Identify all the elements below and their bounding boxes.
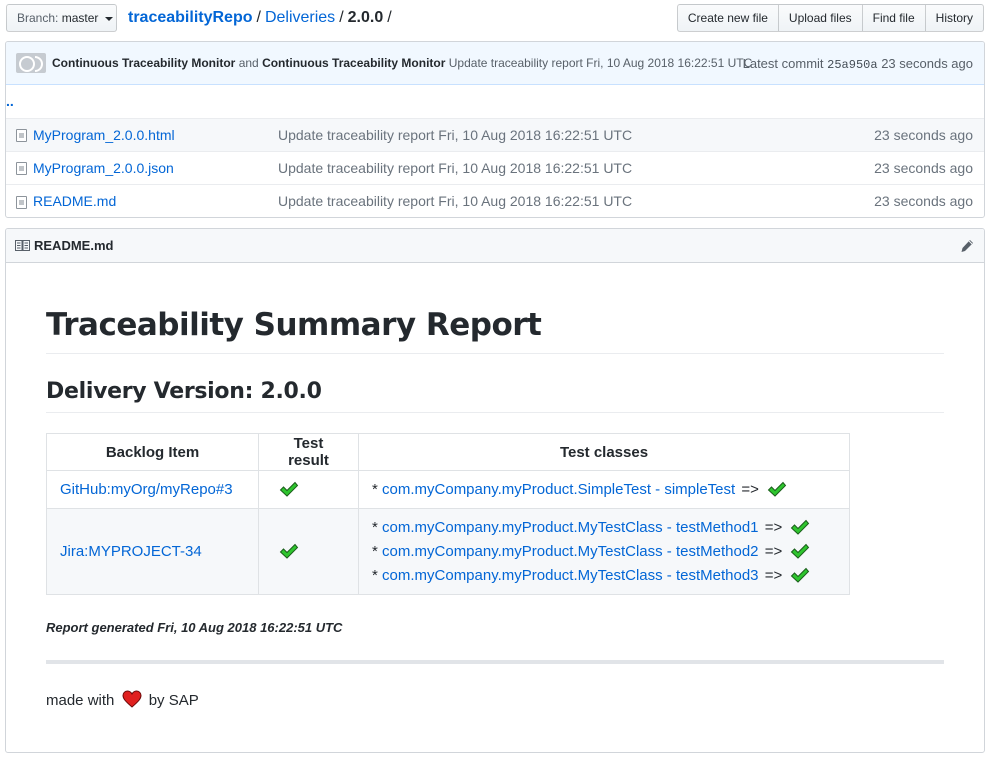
branch-selector-button[interactable]: Branch: master [6, 4, 117, 32]
latest-commit: Latest commit 25a950a 23 seconds ago [743, 42, 973, 87]
book-icon [15, 240, 30, 251]
test-class-link[interactable]: com.myCompany.myProduct.SimpleTest - sim… [382, 481, 735, 498]
table-row: Jira:MYPROJECT-34 * com.myCompany.myProd… [46, 508, 850, 595]
upload-files-button[interactable]: Upload files [777, 4, 863, 32]
arrow: => [741, 480, 759, 498]
column-header-backlog: Backlog Item [46, 433, 259, 471]
breadcrumb-folder-link[interactable]: Deliveries [265, 9, 335, 26]
backlog-item-link[interactable]: Jira:MYPROJECT-34 [60, 543, 202, 560]
file-icon [16, 195, 27, 209]
test-entry: * com.myCompany.myProduct.MyTestClass - … [372, 516, 836, 540]
backlog-item-link[interactable]: GitHub:myOrg/myRepo#3 [60, 481, 233, 498]
breadcrumb-current: 2.0.0 [347, 9, 384, 26]
test-class-link[interactable]: com.myCompany.myProduct.MyTestClass - te… [382, 519, 759, 536]
updir-row[interactable]: .. [6, 85, 984, 118]
branch-label: Branch: [17, 11, 59, 25]
file-age: 23 seconds ago [816, 183, 984, 217]
history-button[interactable]: History [924, 4, 984, 32]
test-class-link[interactable]: com.myCompany.myProduct.MyTestClass - te… [382, 567, 759, 584]
file-icon [16, 129, 27, 143]
heart-icon [122, 690, 142, 708]
check-icon [791, 567, 810, 583]
file-row[interactable]: MyProgram_2.0.0.json Update traceability… [6, 150, 984, 184]
readme-header: README.md [6, 229, 984, 263]
file-row[interactable]: MyProgram_2.0.0.html Update traceability… [6, 117, 984, 151]
horizontal-rule [46, 660, 944, 664]
column-header-test-result: Test result [258, 433, 359, 471]
file-commit-message[interactable]: Update traceability report Fri, 10 Aug 2… [278, 160, 632, 176]
check-icon [279, 544, 299, 559]
file-commit-message[interactable]: Update traceability report Fri, 10 Aug 2… [278, 193, 632, 209]
commit-committer-link[interactable]: Continuous Traceability Monitor [262, 56, 445, 70]
file-icon [16, 162, 27, 176]
file-age: 23 seconds ago [816, 150, 984, 184]
bullet: * [372, 480, 378, 498]
file-name-link[interactable]: MyProgram_2.0.0.json [33, 160, 174, 176]
table-header-row: Backlog Item Test result Test classes [46, 433, 850, 471]
file-row[interactable]: README.md Update traceability report Fri… [6, 183, 984, 217]
column-header-test-classes: Test classes [358, 433, 850, 471]
test-entry: * com.myCompany.myProduct.MyTestClass - … [372, 540, 836, 564]
bullet: * [372, 518, 378, 536]
file-commit-message[interactable]: Update traceability report Fri, 10 Aug 2… [278, 127, 632, 143]
bullet: * [372, 566, 378, 584]
commit-author-link[interactable]: Continuous Traceability Monitor [52, 56, 235, 70]
report-generated-note: Report generated Fri, 10 Aug 2018 16:22:… [46, 620, 343, 635]
file-name-link[interactable]: README.md [33, 193, 116, 209]
commit-conjunction: and [238, 56, 259, 70]
arrow: => [764, 566, 783, 584]
top-bar: Branch: master traceabilityRepo / Deliveri… [6, 4, 984, 32]
bullet: * [372, 542, 378, 560]
file-age: 23 seconds ago [816, 117, 984, 151]
footer-text-before: made with [46, 692, 115, 709]
file-table: .. MyProgram_2.0.0.html Update traceabil… [6, 85, 984, 217]
breadcrumb-repo-link[interactable]: traceabilityRepo [128, 9, 252, 26]
test-entry: * com.myCompany.myProduct.SimpleTest - s… [372, 478, 836, 502]
readme-panel: README.md Traceability Summary Report De… [5, 228, 985, 753]
caret-down-icon [104, 16, 113, 21]
readme-filename: README.md [34, 238, 114, 253]
made-with-footer: made with by SAP [46, 690, 199, 709]
commit-sha-link[interactable]: 25a950a [827, 58, 877, 72]
commit-age: 23 seconds ago [881, 56, 973, 71]
parent-directory-link[interactable]: .. [6, 93, 14, 109]
table-row: GitHub:myOrg/myRepo#3 * com.myCompany.my… [46, 470, 850, 509]
find-file-button[interactable]: Find file [861, 4, 926, 32]
latest-commit-label: Latest commit [742, 56, 824, 71]
test-class-link[interactable]: com.myCompany.myProduct.MyTestClass - te… [382, 543, 759, 560]
check-icon [279, 482, 299, 497]
check-icon [791, 543, 810, 559]
check-icon [791, 519, 810, 535]
report-title: Traceability Summary Report [46, 305, 944, 354]
breadcrumb-separator: / [256, 9, 261, 26]
file-browser: Continuous Traceability Monitor and Cont… [5, 41, 985, 218]
create-new-file-button[interactable]: Create new file [676, 4, 779, 32]
footer-text-after: by SAP [148, 692, 199, 709]
delivery-version-heading: Delivery Version: 2.0.0 [46, 376, 944, 413]
check-icon [767, 481, 787, 497]
pencil-icon[interactable] [960, 239, 974, 253]
avatar-icon[interactable] [16, 53, 46, 73]
breadcrumb-separator: / [387, 9, 392, 26]
branch-value: master [61, 11, 99, 25]
commit-message-link[interactable]: Update traceability report Fri, 10 Aug 2… [449, 56, 753, 70]
file-name-link[interactable]: MyProgram_2.0.0.html [33, 127, 175, 143]
commit-tease: Continuous Traceability Monitor and Cont… [6, 42, 984, 85]
arrow: => [764, 542, 783, 560]
file-actions: Create new file Upload files Find file H… [676, 4, 984, 32]
breadcrumb-separator: / [339, 9, 344, 26]
traceability-table: Backlog Item Test result Test classes Gi… [46, 433, 850, 595]
breadcrumb: traceabilityRepo / Deliveries/2.0.0/ [128, 7, 396, 29]
arrow: => [764, 518, 783, 536]
test-entry: * com.myCompany.myProduct.MyTestClass - … [372, 564, 836, 588]
